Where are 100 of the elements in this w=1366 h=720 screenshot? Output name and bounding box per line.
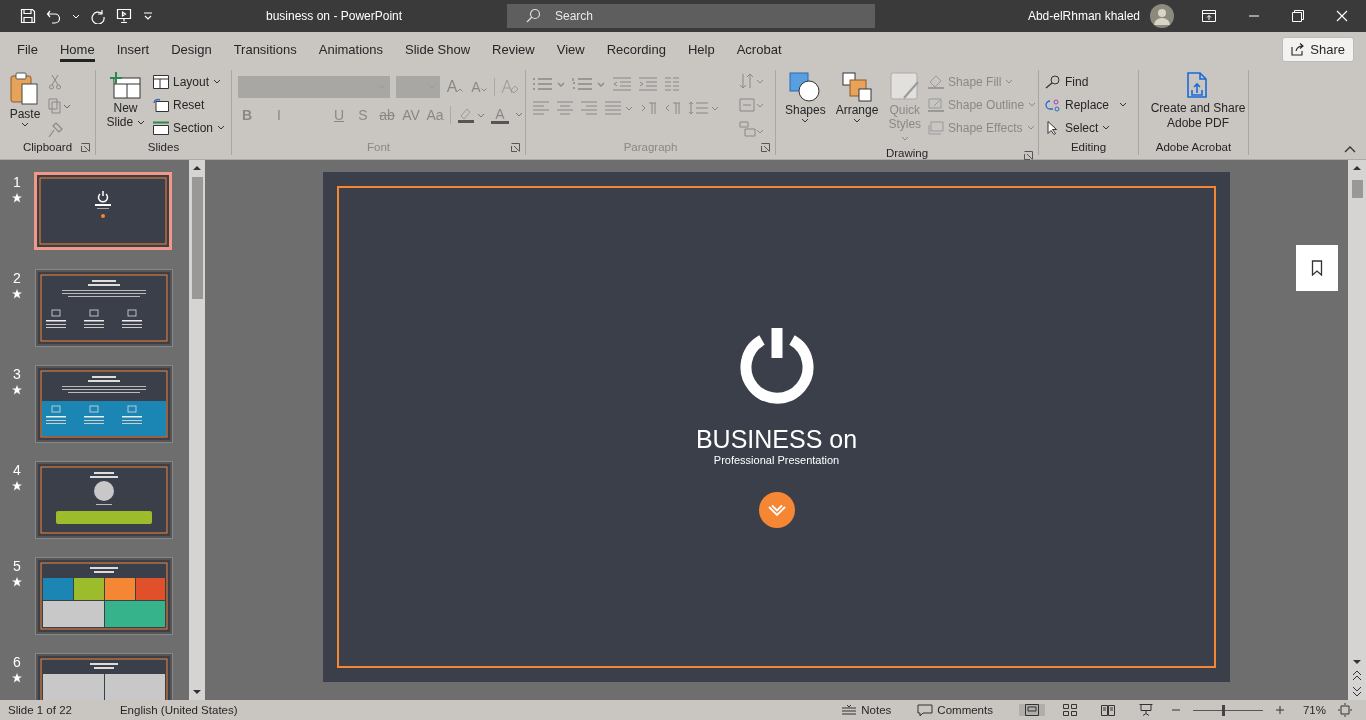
slide-number: 3 xyxy=(13,366,21,382)
shapes-icon xyxy=(789,72,822,102)
comments-button[interactable]: Comments xyxy=(917,703,993,717)
search-icon xyxy=(525,8,541,24)
save-icon[interactable] xyxy=(20,8,36,24)
new-slide-icon xyxy=(109,72,142,100)
ribbon-tab[interactable]: File xyxy=(6,36,49,62)
new-slide-button[interactable]: New Slide xyxy=(102,70,149,131)
share-button[interactable]: Share xyxy=(1282,36,1354,62)
caret-icon xyxy=(213,79,221,85)
comment-icon xyxy=(917,703,934,717)
slide-number: 2 xyxy=(13,270,21,286)
slide-thumbnail[interactable] xyxy=(38,368,170,440)
presentation-icon[interactable] xyxy=(116,8,132,24)
ribbon-tab[interactable]: Design xyxy=(160,36,223,62)
search-field[interactable]: Search xyxy=(507,4,875,28)
ribbon-tab[interactable]: Acrobat xyxy=(725,36,793,62)
notes-button[interactable]: Notes xyxy=(841,704,892,716)
group-label: Font xyxy=(367,141,390,153)
scroll-up-icon[interactable] xyxy=(1352,163,1362,173)
slide-number: 4 xyxy=(13,462,21,478)
find-button[interactable]: Find xyxy=(1045,72,1128,92)
arrange-icon xyxy=(842,72,873,102)
scroll-down-icon[interactable] xyxy=(1352,657,1362,667)
caret-icon xyxy=(801,118,810,124)
group-label: Drawing xyxy=(885,147,929,159)
group-label: Adobe Acrobat xyxy=(1155,141,1232,153)
up-caret-icon xyxy=(457,88,464,92)
replace-button[interactable]: Replace xyxy=(1045,95,1128,115)
dialog-launcher-icon[interactable] xyxy=(1024,151,1033,160)
slide-title: BUSINESS on xyxy=(695,424,858,454)
chevron-circle-icon xyxy=(758,492,795,528)
paste-button[interactable]: Paste xyxy=(6,70,44,130)
caret-icon xyxy=(21,122,29,128)
group-label: Editing xyxy=(1070,141,1107,153)
ribbon-tab[interactable]: Animations xyxy=(307,36,395,62)
avatar-icon[interactable] xyxy=(1150,4,1174,28)
redo-icon[interactable] xyxy=(90,8,106,24)
user-name[interactable]: Abd-elRhman khaled xyxy=(1027,9,1140,23)
caret-icon xyxy=(136,120,145,126)
group-label: Clipboard xyxy=(22,141,73,153)
select-button[interactable]: Select xyxy=(1045,118,1128,138)
layout-button[interactable]: Layout xyxy=(152,72,225,92)
ribbon-display-icon[interactable] xyxy=(1202,10,1216,22)
fit-slide-icon[interactable] xyxy=(1338,703,1352,717)
caret-icon xyxy=(480,88,487,92)
slide-thumbnail[interactable] xyxy=(38,560,170,632)
reset-icon xyxy=(152,98,169,112)
share-icon xyxy=(1291,42,1306,56)
pen-icon xyxy=(928,98,945,112)
normal-view-icon[interactable] xyxy=(1018,704,1045,716)
caret-icon xyxy=(217,125,225,131)
slide-thumbnail[interactable] xyxy=(38,464,170,536)
section-icon xyxy=(152,121,169,135)
slide-number: 5 xyxy=(13,558,21,574)
scroll-up-icon[interactable] xyxy=(192,163,202,173)
reset-button[interactable]: Reset xyxy=(152,95,225,115)
section-button[interactable]: Section xyxy=(152,118,225,138)
slide-thumbnail[interactable] xyxy=(37,175,169,247)
caret-icon xyxy=(900,136,909,142)
slide-thumbnail[interactable] xyxy=(38,272,170,344)
language-label[interactable]: English (United States) xyxy=(119,704,238,716)
paint-bucket-icon xyxy=(928,75,945,89)
ribbon-tab[interactable]: Transitions xyxy=(222,36,308,62)
create-pdf-button[interactable]: Create and Share Adobe PDF xyxy=(1145,70,1251,133)
group-label: Slides xyxy=(147,141,180,153)
scroll-down-icon[interactable] xyxy=(192,687,202,697)
dialog-launcher-icon[interactable] xyxy=(81,143,90,152)
bookmark-button[interactable] xyxy=(1296,245,1338,291)
collapse-ribbon-icon[interactable] xyxy=(1344,145,1356,153)
clipboard-icon xyxy=(9,72,41,106)
arrange-button[interactable]: Arrange xyxy=(832,70,882,126)
ribbon-tab[interactable]: Home xyxy=(48,36,106,62)
next-slide-icon[interactable] xyxy=(1352,685,1362,697)
caret-icon xyxy=(1028,102,1037,108)
ribbon-tab[interactable]: View xyxy=(545,36,596,62)
caret-icon xyxy=(1026,125,1035,131)
group-label: Paragraph xyxy=(623,141,678,153)
layout-icon xyxy=(152,75,169,89)
caret-icon xyxy=(1102,125,1111,131)
restore-icon[interactable] xyxy=(1292,10,1304,22)
ribbon-tab[interactable]: Recording xyxy=(595,36,677,62)
zoom-level[interactable]: 71% xyxy=(1302,704,1326,716)
quick-styles-icon xyxy=(889,72,920,102)
power-icon xyxy=(737,326,816,404)
scrollbar-thumb[interactable] xyxy=(191,177,203,299)
zoom-in-icon[interactable] xyxy=(1274,705,1285,715)
previous-slide-icon[interactable] xyxy=(1352,670,1362,682)
close-icon[interactable] xyxy=(1336,10,1348,22)
slide-counter: Slide 1 of 22 xyxy=(8,704,72,716)
shapes-button[interactable]: Shapes xyxy=(782,70,829,126)
ribbon-tab[interactable]: Review xyxy=(481,36,546,62)
ribbon-tab[interactable]: Insert xyxy=(105,36,161,62)
scrollbar-thumb[interactable] xyxy=(1351,180,1363,198)
window-title: business on - PowerPoint xyxy=(266,9,404,23)
ribbon-tab[interactable]: Help xyxy=(676,36,726,62)
caret-icon xyxy=(1119,102,1128,108)
undo-icon[interactable] xyxy=(46,8,62,24)
ribbon-tab[interactable]: Slide Show xyxy=(394,36,482,62)
caret-icon xyxy=(853,118,862,124)
